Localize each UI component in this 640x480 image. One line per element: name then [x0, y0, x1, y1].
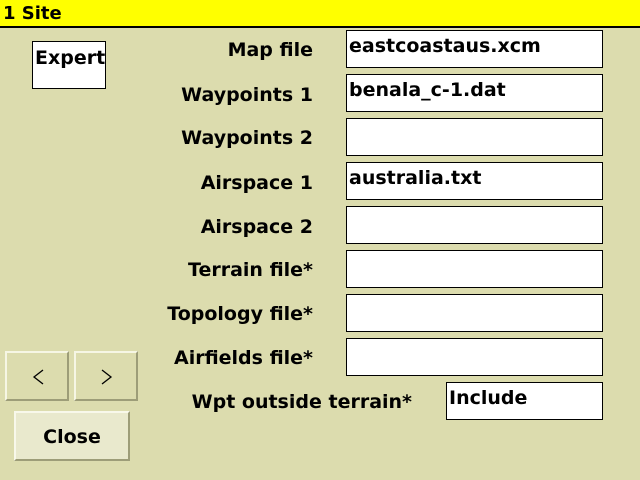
close-button[interactable]: Close [14, 411, 130, 461]
map-file-value: eastcoastaus.xcm [349, 35, 541, 57]
wpt-outside-terrain-label: Wpt outside terrain* [191, 391, 412, 413]
terrain-file-field[interactable] [346, 250, 603, 288]
airfields-file-label: Airfields file* [173, 347, 313, 369]
previous-page-button[interactable] [5, 351, 69, 401]
airspace-1-value: australia.txt [349, 167, 482, 189]
window-title: 1 Site [3, 3, 62, 24]
chevron-left-icon [32, 369, 44, 385]
map-file-field[interactable]: eastcoastaus.xcm [346, 30, 603, 68]
topology-file-label: Topology file* [167, 303, 313, 325]
airspace-1-field[interactable]: australia.txt [346, 162, 603, 200]
expert-toggle[interactable]: Expert [32, 41, 106, 89]
airspace-2-label: Airspace 2 [200, 216, 313, 238]
next-page-button[interactable] [74, 351, 138, 401]
airspace-1-label: Airspace 1 [200, 172, 313, 194]
chevron-right-icon [101, 369, 113, 385]
waypoints-1-value: benala_c-1.dat [349, 79, 506, 101]
expert-toggle-label: Expert [35, 47, 106, 69]
waypoints-1-field[interactable]: benala_c-1.dat [346, 74, 603, 112]
map-file-label: Map file [227, 39, 313, 61]
airspace-2-field[interactable] [346, 206, 603, 244]
terrain-file-label: Terrain file* [188, 259, 313, 281]
close-button-label: Close [43, 426, 101, 448]
wpt-outside-terrain-value: Include [449, 387, 528, 409]
waypoints-1-label: Waypoints 1 [181, 84, 313, 106]
topology-file-field[interactable] [346, 294, 603, 332]
waypoints-2-field[interactable] [346, 118, 603, 156]
airfields-file-field[interactable] [346, 338, 603, 376]
title-bar: 1 Site [0, 0, 640, 28]
wpt-outside-terrain-field[interactable]: Include [446, 382, 603, 420]
waypoints-2-label: Waypoints 2 [181, 127, 313, 149]
